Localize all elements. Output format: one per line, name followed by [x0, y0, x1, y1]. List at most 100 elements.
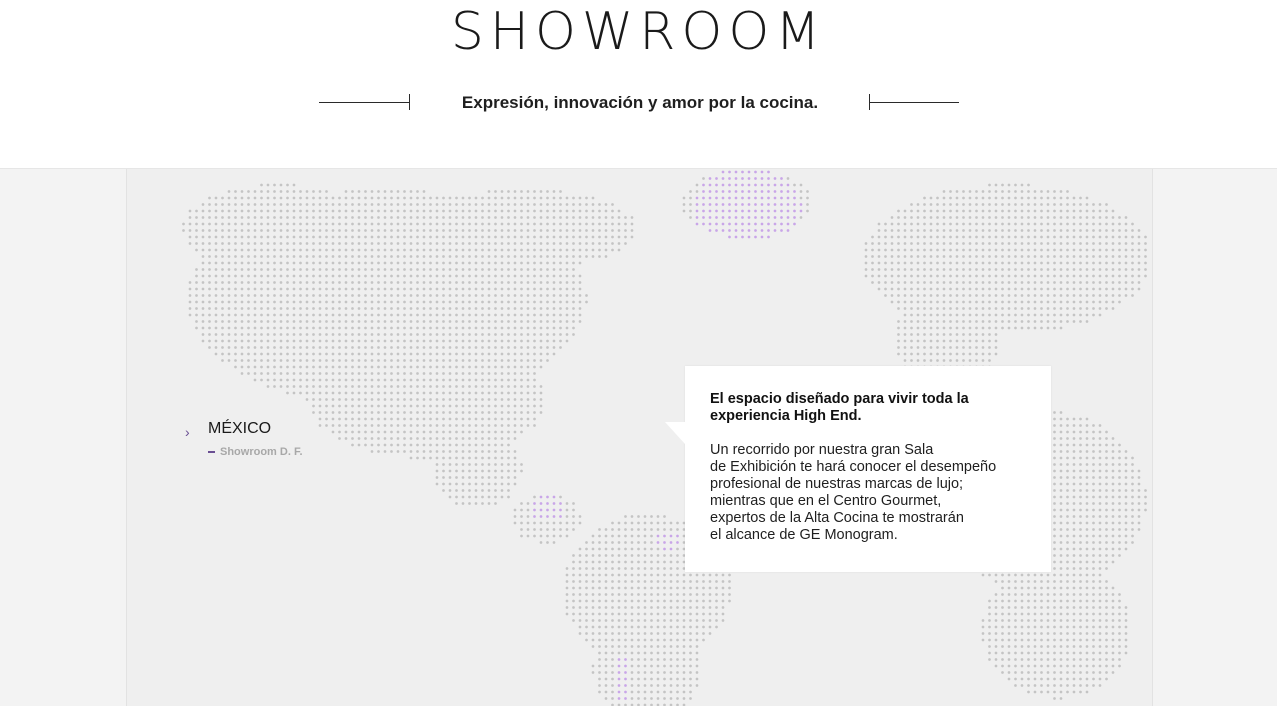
map-dot — [682, 203, 686, 206]
map-dot — [188, 235, 192, 239]
map-dot — [1098, 300, 1102, 304]
map-dot-highlight — [702, 209, 705, 213]
map-dot — [676, 625, 679, 629]
map-dot-highlight — [747, 209, 751, 213]
map-dot — [1085, 521, 1089, 525]
map-dot — [1001, 606, 1004, 609]
map-dot — [474, 372, 478, 375]
map-dot — [377, 385, 380, 388]
map-dot — [1007, 229, 1011, 232]
map-dot — [1098, 456, 1102, 460]
map-dot — [988, 183, 991, 187]
map-dot — [585, 294, 588, 297]
map-dot — [1053, 261, 1056, 265]
map-dot-highlight — [773, 183, 777, 187]
map-dot — [598, 671, 601, 674]
map-dot — [390, 404, 393, 408]
map-dot — [390, 307, 393, 310]
map-dot — [1098, 229, 1102, 232]
map-dot — [422, 216, 426, 219]
map-dot — [1105, 437, 1108, 440]
map-dot — [214, 203, 218, 206]
map-dot — [552, 320, 556, 323]
map-dot — [676, 606, 679, 609]
map-dot — [942, 326, 946, 330]
map-dot — [897, 261, 900, 265]
map-dot — [396, 203, 400, 206]
map-dot — [273, 242, 276, 245]
map-dot — [942, 339, 946, 343]
map-dot — [1046, 664, 1050, 668]
map-dot — [903, 307, 907, 310]
map-dot — [1040, 196, 1043, 200]
map-dot — [260, 216, 263, 219]
map-dot — [910, 209, 913, 213]
map-dot — [312, 294, 315, 297]
map-dot-highlight — [741, 183, 744, 187]
map-dot — [1046, 586, 1050, 590]
map-dot — [286, 313, 289, 317]
map-dot — [1098, 508, 1102, 512]
map-dot — [351, 255, 354, 258]
map-dot-highlight — [552, 495, 556, 499]
map-dot — [1072, 294, 1076, 297]
map-dot — [344, 274, 348, 278]
map-dot — [994, 320, 998, 323]
map-dot — [689, 599, 692, 603]
map-dot — [435, 281, 439, 284]
map-dot — [253, 313, 257, 317]
map-dot — [474, 196, 478, 200]
map-dot — [1111, 547, 1115, 551]
map-dot — [1033, 287, 1037, 291]
map-dot — [1007, 196, 1011, 200]
map-dot — [201, 229, 205, 232]
map-dot — [448, 489, 452, 492]
map-dot — [240, 372, 244, 375]
map-dot — [708, 625, 712, 629]
map-dot — [663, 671, 666, 674]
map-dot — [656, 515, 660, 518]
map-dot — [383, 307, 387, 310]
map-dot — [565, 287, 569, 291]
map-dot — [344, 437, 348, 440]
map-dot — [513, 372, 517, 375]
map-dot — [903, 222, 907, 226]
map-dot — [715, 580, 718, 583]
map-dot — [520, 235, 523, 239]
map-dot — [1033, 586, 1037, 590]
map-dot-highlight — [786, 203, 790, 206]
map-dot — [351, 437, 354, 440]
map-dot — [260, 209, 263, 213]
map-dot — [416, 222, 419, 226]
map-dot — [1137, 274, 1141, 278]
map-dot — [266, 281, 270, 284]
map-dot — [481, 365, 484, 369]
map-dot — [513, 294, 517, 297]
map-dot — [526, 404, 530, 408]
map-dot — [364, 346, 367, 349]
map-dot — [936, 216, 939, 219]
map-dot — [331, 378, 335, 382]
map-dot — [1092, 248, 1095, 252]
map-dot — [637, 664, 640, 668]
map-dot — [1072, 560, 1076, 564]
map-dot — [383, 313, 387, 317]
map-dot — [448, 313, 452, 317]
map-dot — [1066, 619, 1069, 622]
map-dot — [676, 671, 679, 674]
map-dot — [390, 359, 393, 362]
map-dot — [513, 313, 517, 317]
map-dot — [910, 320, 913, 323]
map-dot — [565, 333, 569, 336]
map-dot — [981, 196, 985, 200]
map-dot — [260, 294, 263, 297]
map-dot — [994, 203, 998, 206]
map-dot — [1033, 294, 1037, 297]
map-dot — [286, 300, 289, 304]
map-dot — [1053, 619, 1056, 622]
map-dot — [598, 216, 601, 219]
map-dot — [357, 398, 361, 401]
map-dot — [416, 424, 419, 427]
map-dot — [461, 326, 465, 330]
map-dot — [338, 437, 341, 440]
